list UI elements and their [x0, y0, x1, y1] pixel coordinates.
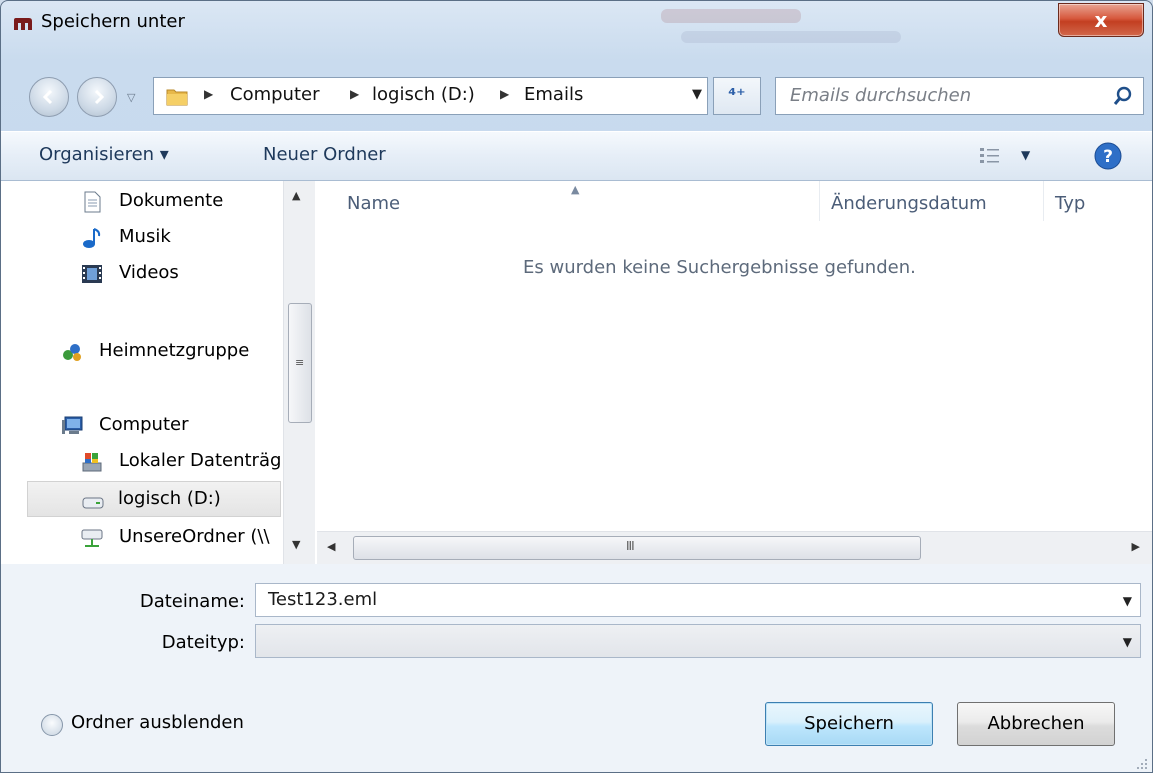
window-title: Speichern unter: [41, 11, 185, 32]
save-as-dialog: Speichern unter x ▽ ▶ Computer ▶ logisch…: [0, 0, 1153, 773]
hide-folders-label: Ordner ausblenden: [71, 712, 244, 733]
sidebar-item-label: Lokaler Datenträg: [119, 450, 281, 471]
search-input[interactable]: Emails durchsuchen: [775, 77, 1144, 115]
breadcrumb-drive[interactable]: logisch (D:): [372, 84, 475, 105]
background-ghost: [681, 31, 901, 43]
close-button[interactable]: x: [1058, 3, 1144, 37]
chevron-down-icon[interactable]: ▼: [1123, 635, 1132, 649]
filename-field[interactable]: Test123.eml ▼: [255, 583, 1141, 617]
collapse-icon: [41, 714, 63, 736]
sidebar-item-documents[interactable]: Dokumente: [81, 187, 281, 217]
computer-icon: [62, 416, 83, 434]
sidebar-item-network-drive[interactable]: UnsereOrdner (\\: [81, 523, 281, 553]
column-header-date[interactable]: Änderungsdatum: [831, 193, 987, 214]
column-divider[interactable]: [819, 181, 820, 221]
navigation-bar: ▽ ▶ Computer ▶ logisch (D:) ▶ Emails ▼ ⁴…: [1, 71, 1152, 121]
horizontal-scrollbar[interactable]: ◀ III ▶: [317, 531, 1152, 564]
grip-icon: III: [626, 539, 635, 553]
breadcrumb-emails[interactable]: Emails: [524, 84, 583, 105]
svg-text:?: ?: [1103, 147, 1113, 167]
scroll-right-icon[interactable]: ▶: [1132, 540, 1140, 553]
empty-results-message: Es wurden keine Suchergebnisse gefunden.: [523, 257, 916, 278]
address-bar[interactable]: ▶ Computer ▶ logisch (D:) ▶ Emails ▼: [153, 77, 708, 115]
folder-icon: [166, 89, 188, 106]
file-list[interactable]: ▲ Name Änderungsdatum Typ Es wurden kein…: [317, 181, 1152, 564]
filename-label: Dateiname:: [139, 591, 245, 612]
network-drive-icon: [81, 529, 103, 547]
view-dropdown-icon[interactable]: ▼: [1021, 148, 1030, 162]
grip-icon: ≡: [295, 356, 305, 369]
sidebar-item-computer[interactable]: Computer: [61, 411, 281, 441]
background-ghost: [661, 9, 801, 23]
search-placeholder: Emails durchsuchen: [790, 85, 972, 106]
sidebar-item-label: Videos: [119, 262, 179, 283]
sidebar-item-label: UnsereOrdner (\\: [119, 526, 270, 547]
new-folder-button[interactable]: Neuer Ordner: [263, 144, 386, 165]
drive-icon: [82, 497, 104, 509]
scroll-down-icon[interactable]: ▼: [292, 538, 300, 551]
cancel-button[interactable]: Abbrechen: [957, 702, 1115, 746]
title-bar[interactable]: Speichern unter x: [1, 1, 1152, 45]
filetype-label: Dateityp:: [161, 632, 245, 653]
breadcrumb-separator-icon[interactable]: ▶: [204, 87, 213, 101]
breadcrumb-separator-icon[interactable]: ▶: [350, 87, 359, 101]
browser-area: Dokumente Musik Videos Heimnetzgruppe Co…: [1, 181, 1152, 564]
navigation-pane[interactable]: Dokumente Musik Videos Heimnetzgruppe Co…: [1, 181, 315, 564]
sidebar-item-music[interactable]: Musik: [81, 223, 281, 253]
back-arrow-icon: [42, 89, 53, 105]
scrollbar-thumb[interactable]: ≡: [288, 303, 312, 423]
scroll-up-icon[interactable]: ▲: [292, 189, 300, 202]
app-icon: [14, 18, 32, 30]
vertical-scrollbar[interactable]: ▲ ≡ ▼: [283, 181, 315, 564]
sidebar-item-label: Heimnetzgruppe: [99, 340, 250, 361]
command-bar: Organisieren ▾ Neuer Ordner ▼ ?: [1, 131, 1152, 181]
forward-arrow-icon: [94, 89, 105, 105]
column-header-type[interactable]: Typ: [1055, 193, 1085, 214]
address-dropdown-icon[interactable]: ▼: [692, 87, 702, 102]
resize-grip-icon[interactable]: [1134, 756, 1148, 770]
sidebar-item-videos[interactable]: Videos: [81, 259, 281, 289]
view-options-icon[interactable]: [979, 146, 1001, 166]
back-button[interactable]: [29, 77, 69, 117]
sort-ascending-icon: ▲: [571, 183, 580, 196]
sidebar-item-label: Computer: [99, 414, 189, 435]
filetype-select[interactable]: ▼: [255, 624, 1141, 658]
sidebar-item-label: Dokumente: [119, 190, 224, 211]
videos-icon: [82, 265, 102, 283]
save-button[interactable]: Speichern: [765, 702, 933, 746]
filename-value: Test123.eml: [268, 589, 378, 610]
breadcrumb-computer[interactable]: Computer: [230, 84, 319, 105]
sidebar-item-label: logisch (D:): [118, 488, 221, 509]
scroll-left-icon[interactable]: ◀: [327, 540, 335, 553]
local-disk-icon: [82, 453, 102, 472]
refresh-button[interactable]: ⁴⁺: [713, 77, 761, 115]
column-header-name[interactable]: Name: [347, 193, 400, 214]
forward-button[interactable]: [77, 77, 117, 117]
save-form: Dateiname: Test123.eml ▼ Dateityp: ▼ Ord…: [1, 564, 1152, 772]
search-icon[interactable]: [1113, 86, 1133, 106]
chevron-down-icon[interactable]: ▼: [1123, 594, 1132, 608]
homegroup-icon: [63, 344, 81, 361]
scrollbar-thumb[interactable]: III: [353, 536, 921, 560]
music-icon: [83, 228, 101, 248]
breadcrumb-separator-icon[interactable]: ▶: [500, 87, 509, 101]
documents-icon: [84, 191, 101, 213]
sidebar-item-local-disk[interactable]: Lokaler Datenträg: [81, 447, 281, 477]
organize-menu[interactable]: Organisieren ▾: [39, 144, 169, 165]
sidebar-item-label: Musik: [119, 226, 171, 247]
column-divider[interactable]: [1043, 181, 1044, 221]
help-icon[interactable]: ?: [1093, 141, 1123, 171]
sidebar-item-logical-drive[interactable]: logisch (D:): [27, 481, 281, 517]
sidebar-item-homegroup[interactable]: Heimnetzgruppe: [61, 337, 281, 367]
recent-locations-dropdown[interactable]: ▽: [127, 91, 135, 104]
